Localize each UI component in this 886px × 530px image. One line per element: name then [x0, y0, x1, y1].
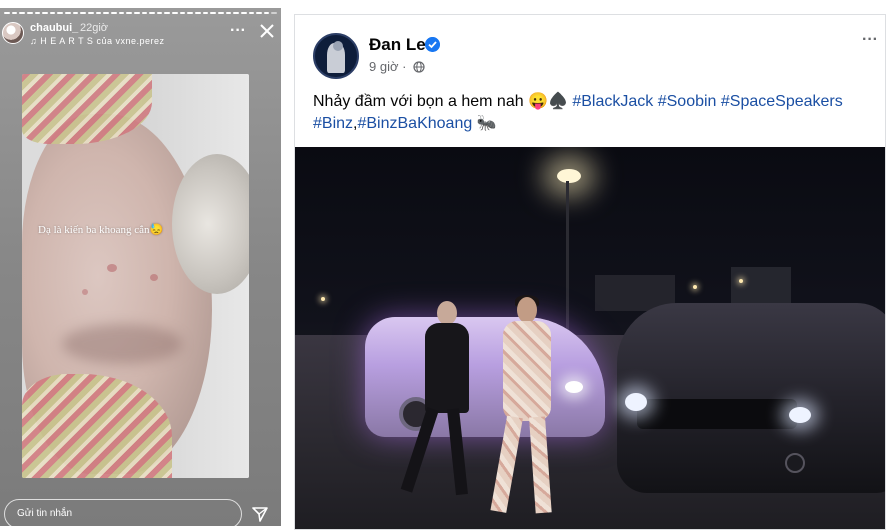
- post-more-button[interactable]: ···: [862, 31, 878, 49]
- story-photo: [22, 74, 249, 478]
- story-music-label[interactable]: ♫ H E A R T S của vxne.perez: [30, 36, 164, 46]
- story-caption: Dạ là kiến ba khoang cắn😓: [38, 224, 164, 236]
- message-input-placeholder: Gửi tin nhắn: [17, 508, 73, 519]
- story-avatar[interactable]: [2, 22, 24, 44]
- author-avatar[interactable]: [313, 33, 359, 79]
- send-icon[interactable]: [251, 505, 269, 523]
- screenshot-collage: chaubui_ 22giờ ♫ H E A R T S của vxne.pe…: [0, 0, 886, 530]
- verified-badge-icon: [425, 37, 440, 52]
- post-text: Nhảy đầm với bọn a hem nah 😛♠️ #BlackJac…: [313, 93, 843, 132]
- close-icon[interactable]: [258, 22, 276, 40]
- author-name[interactable]: Đan Le: [369, 35, 426, 55]
- hashtag-link[interactable]: #BlackJack: [572, 93, 653, 110]
- instagram-story: chaubui_ 22giờ ♫ H E A R T S của vxne.pe…: [0, 8, 281, 526]
- story-more-button[interactable]: ···: [230, 23, 246, 39]
- post-timestamp[interactable]: 9 giờ ·: [369, 59, 406, 74]
- post-text-plain: Nhảy đầm với bọn a hem nah 😛♠️: [313, 93, 573, 110]
- story-header: chaubui_ 22giờ ♫ H E A R T S của vxne.pe…: [0, 18, 281, 52]
- hashtag-link[interactable]: #Soobin: [658, 93, 717, 110]
- hashtag-link[interactable]: #BinzBaKhoang: [357, 115, 472, 132]
- hashtag-link[interactable]: #Binz: [313, 115, 353, 132]
- facebook-post: Đan Le 9 giờ · ··· Nhảy đầm với bọn a he…: [294, 14, 886, 530]
- story-timestamp: 22giờ: [80, 22, 109, 34]
- story-progress-bar: [4, 12, 278, 14]
- hashtag-link[interactable]: #SpaceSpeakers: [721, 93, 843, 110]
- globe-icon: [413, 61, 425, 73]
- post-photo[interactable]: [295, 147, 885, 529]
- story-username[interactable]: chaubui_: [30, 22, 78, 34]
- message-input[interactable]: Gửi tin nhắn: [4, 499, 242, 526]
